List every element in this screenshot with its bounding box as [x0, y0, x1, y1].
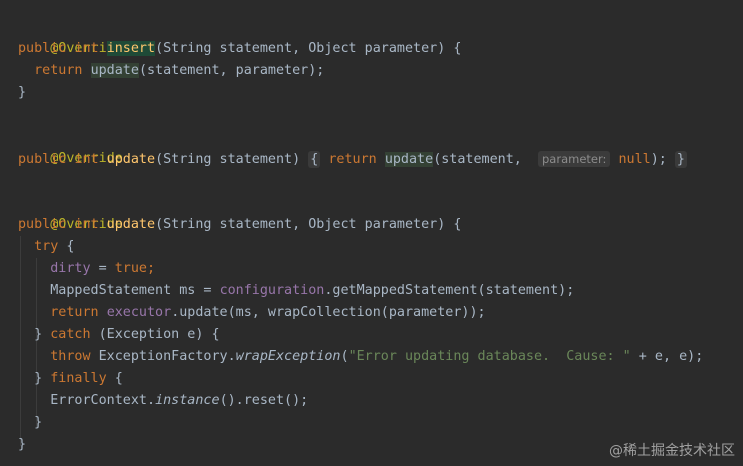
keyword: catch	[50, 327, 91, 342]
string-literal: "Error updating database. Cause: "	[348, 349, 631, 364]
field-ref[interactable]: executor	[107, 305, 172, 320]
code-text: {	[106, 371, 123, 386]
keyword: int	[74, 152, 99, 167]
method-name[interactable]: update	[107, 217, 155, 232]
code-line[interactable]: ErrorContext.instance().reset();	[18, 390, 308, 412]
fold-open-brace[interactable]: {	[308, 151, 321, 168]
code-text: (String statement)	[155, 152, 301, 167]
brace: }	[18, 437, 27, 452]
field-ref[interactable]: configuration	[220, 283, 325, 298]
code-line[interactable]: public int insert(String statement, Obje…	[18, 38, 461, 60]
keyword: finally	[50, 371, 107, 386]
class-ref[interactable]: ErrorContext.	[50, 393, 155, 408]
code-text: ().reset();	[219, 393, 309, 408]
code-text: (Exception e) {	[90, 327, 220, 342]
code-line[interactable]: }	[18, 434, 26, 456]
code-line[interactable]: public int update(String statement, Obje…	[18, 214, 461, 236]
code-text: );	[650, 152, 667, 167]
keyword: public	[18, 152, 67, 167]
keyword: int	[74, 217, 99, 232]
code-line[interactable]: } catch (Exception e) {	[18, 324, 220, 346]
brace: }	[34, 371, 51, 386]
fold-close-brace[interactable]: }	[674, 151, 687, 168]
code-line[interactable]: @Override	[18, 16, 123, 56]
code-editor[interactable]: @Override public int insert(String state…	[0, 0, 743, 466]
keyword: return	[50, 305, 99, 320]
code-text: (	[340, 349, 349, 364]
keyword: return	[328, 152, 377, 167]
static-method[interactable]: wrapException	[236, 349, 341, 364]
keyword: try	[34, 239, 59, 254]
code-line[interactable]: @Override	[18, 192, 123, 232]
brace: }	[34, 415, 43, 430]
code-text: MappedStatement ms =	[50, 283, 220, 298]
code-text: (statement,	[433, 152, 522, 167]
brace: }	[18, 85, 27, 100]
keyword: null	[618, 152, 651, 167]
class-ref[interactable]: ExceptionFactory.	[99, 349, 236, 364]
keyword: public	[18, 41, 67, 56]
code-text: .update(ms, wrapCollection(parameter));	[171, 305, 486, 320]
code-text: (statement, parameter);	[138, 63, 325, 78]
keyword: return	[34, 63, 83, 78]
keyword: int	[74, 41, 99, 56]
static-method[interactable]: instance	[155, 393, 220, 408]
method-name[interactable]: insert	[106, 41, 156, 56]
keyword: throw	[50, 349, 91, 364]
field-ref[interactable]: dirty	[50, 261, 90, 276]
semicolon: ;	[147, 261, 156, 276]
brace: }	[34, 327, 51, 342]
code-line[interactable]: }	[18, 82, 26, 104]
code-line[interactable]: dirty = true;	[18, 258, 155, 280]
code-line[interactable]: }	[18, 412, 42, 434]
method-call[interactable]: update	[384, 152, 434, 167]
watermark: @稀土掘金技术社区	[609, 443, 735, 459]
code-text: {	[58, 239, 75, 254]
code-line[interactable]: } finally {	[18, 368, 123, 390]
code-line[interactable]: return update(statement, parameter);	[18, 60, 324, 82]
code-text: + e, e);	[630, 349, 704, 364]
code-line[interactable]: try {	[18, 236, 74, 258]
method-name[interactable]: update	[107, 152, 155, 167]
keyword: true	[114, 261, 147, 276]
parameter-hint: parameter:	[538, 151, 611, 167]
code-line[interactable]: return executor.update(ms, wrapCollectio…	[18, 302, 486, 324]
code-line[interactable]: throw ExceptionFactory.wrapException("Er…	[18, 346, 703, 368]
code-text: .getMappedStatement(statement);	[324, 283, 575, 298]
method-call[interactable]: update	[90, 63, 139, 78]
keyword: public	[18, 217, 67, 232]
code-text: (String statement, Object parameter) {	[155, 217, 462, 232]
code-line[interactable]: @Override	[18, 126, 123, 166]
code-text: (String statement, Object parameter) {	[155, 41, 462, 56]
code-line[interactable]: public int update(String statement) { re…	[18, 148, 687, 170]
code-line[interactable]: MappedStatement ms = configuration.getMa…	[18, 280, 574, 302]
code-text: =	[90, 261, 115, 276]
